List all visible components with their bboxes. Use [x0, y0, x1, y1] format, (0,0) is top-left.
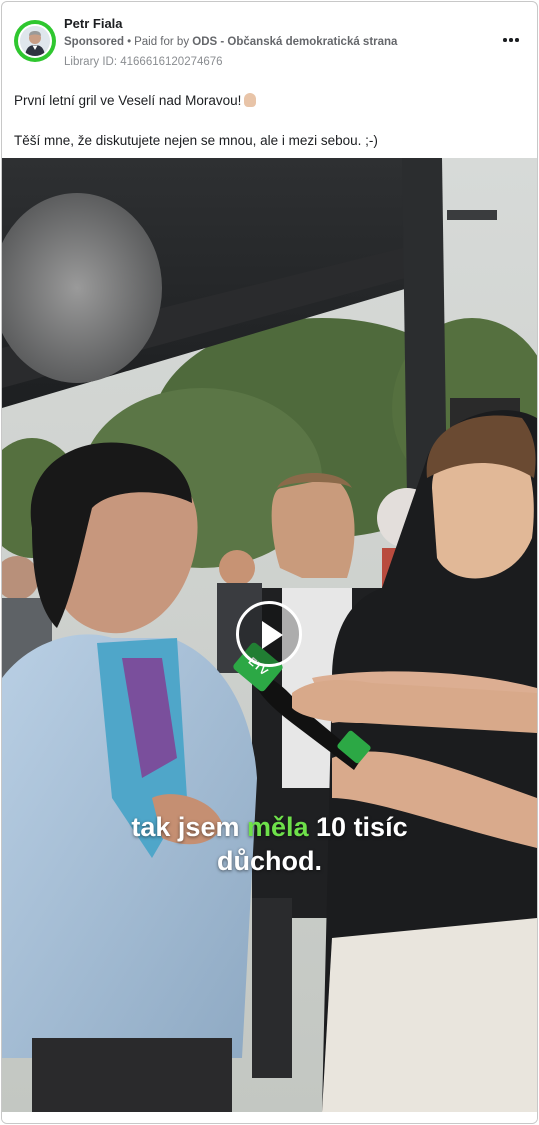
page: Petr Fiala Sponsored • Paid for by ODS - O… [0, 0, 539, 1125]
avatar-portrait [20, 26, 50, 56]
paid-for-prefix: Paid for by [134, 36, 190, 48]
caption-line-2: důchod. [217, 846, 322, 876]
payer-name[interactable]: ODS - Občanská demokratická strana [192, 36, 397, 48]
author-name[interactable]: Petr Fiala [64, 16, 123, 31]
profile-avatar-ring[interactable] [14, 20, 56, 62]
caption-highlight: měla [246, 812, 309, 842]
ad-post-card: Petr Fiala Sponsored • Paid for by ODS - O… [1, 1, 538, 1124]
more-horizontal-icon-dot [509, 38, 513, 42]
post-text: První letní gril ve Veselí nad Moravou! … [14, 92, 378, 149]
play-button[interactable] [236, 601, 302, 667]
sponsored-meta: Sponsored • Paid for by ODS - Občanská dem… [64, 36, 397, 48]
hand-emoji-icon [244, 93, 257, 107]
meta-separator: • [127, 36, 132, 48]
more-horizontal-icon-dot [515, 38, 519, 42]
post-text-line-2: Těší mne, že diskutujete nejen se mnou, … [14, 133, 378, 148]
more-horizontal-icon [503, 38, 507, 42]
caption-part-2: 10 tisíc [308, 812, 408, 842]
caption-line-1: tak jsem měla 10 tisíc [2, 810, 537, 844]
video-caption: tak jsem měla 10 tisíc důchod. [2, 810, 537, 878]
library-id: Library ID: 4166616120274676 [64, 56, 223, 68]
video-player[interactable]: ETV tak jsem měla 10 tisíc důchod. [2, 158, 537, 1112]
sponsored-label: Sponsored [64, 36, 125, 48]
more-options-button[interactable] [499, 30, 523, 50]
avatar [18, 24, 52, 58]
post-text-line-1-content: První letní gril ve Veselí nad Moravou! [14, 93, 242, 108]
post-text-line-1: První letní gril ve Veselí nad Moravou! [14, 92, 378, 109]
post-footer [2, 1112, 537, 1123]
play-icon [262, 621, 283, 649]
caption-part-1: tak jsem [131, 812, 247, 842]
post-header: Petr Fiala Sponsored • Paid for by ODS - O… [2, 2, 537, 74]
